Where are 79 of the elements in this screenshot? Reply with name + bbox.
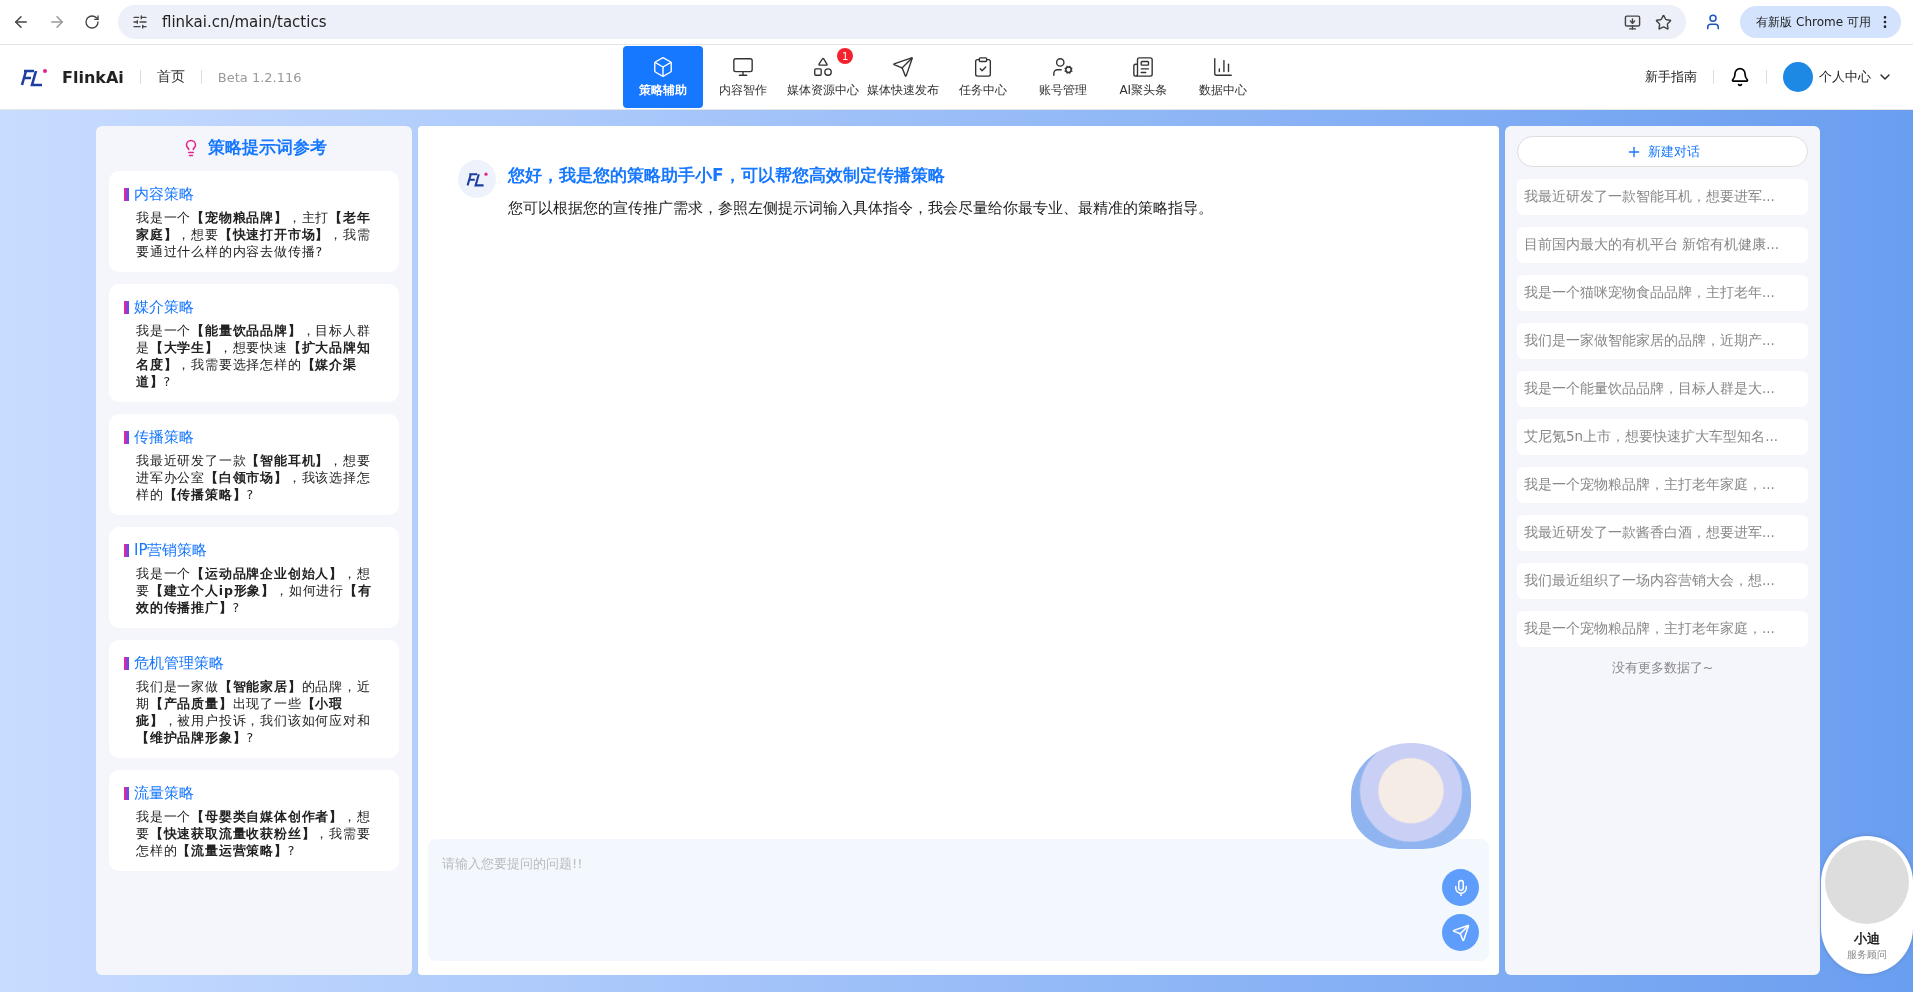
bell-icon[interactable] — [1730, 67, 1750, 87]
user-menu[interactable]: 个人中心 — [1783, 62, 1893, 92]
card-title: 内容策略 — [134, 185, 194, 204]
nav-tab[interactable]: 媒体快速发布 — [863, 46, 944, 108]
card-title: IP营销策略 — [134, 541, 208, 560]
guide-link[interactable]: 新手指南 — [1645, 68, 1697, 86]
news-icon — [1132, 55, 1155, 78]
history-item[interactable]: 艾尼氪5n上市，想要快速扩大车型知名... — [1517, 419, 1808, 455]
accent-bar — [124, 544, 129, 557]
prompt-card[interactable]: 内容策略 我是一个【宠物粮品牌】，主打【老年家庭】，想要【快速打开市场】，我需要通过什么样的内容去做传播? — [109, 171, 399, 272]
question-input[interactable]: 请输入您要提问的问题!! — [440, 853, 1442, 951]
accent-bar — [124, 188, 129, 201]
version-text: Beta 1.2.116 — [217, 69, 302, 85]
avatar-icon — [1783, 62, 1813, 92]
notification-badge: 1 — [837, 48, 854, 64]
history-item[interactable]: 我是一个宠物粮品牌，主打老年家庭，... — [1517, 467, 1808, 503]
send-button[interactable] — [1442, 914, 1479, 951]
prompt-card[interactable]: IP营销策略 我是一个【运动品牌企业创始人】，想要【建立个人ip形象】，如何进行【有效的传播推广】? — [109, 527, 399, 628]
forward-icon[interactable] — [48, 13, 66, 31]
prompt-text: 我是一个【运动品牌企业创始人】，想要【建立个人ip形象】，如何进行【有效的传播推广】? — [136, 565, 373, 616]
grid-icon — [812, 55, 835, 78]
prompt-text: 我是一个【母婴类自媒体创作者】，想要【快速获取流量收获粉丝】，我需要怎样的【流量运营策略】? — [136, 808, 372, 859]
bookmark-star-icon[interactable] — [1655, 13, 1673, 31]
url-text: flinkai.cn/main/tactics — [162, 13, 328, 31]
advisor-role: 服务顾问 — [1847, 948, 1887, 962]
send-icon — [1451, 923, 1470, 942]
history-item[interactable]: 我是一个能量饮品品牌，目标人群是大... — [1517, 371, 1808, 407]
card-title: 传播策略 — [134, 428, 194, 447]
prompt-text: 我们是一家做【智能家居】的品牌，近期【产品质量】出现了一些【小瑕疵】，被用户投诉，我们该如何应对和【维护品牌形象】? — [136, 678, 372, 746]
prompt-text: 我最近研发了一款【智能耳机】，想要进军办公室【白领市场】，我该选择怎样的【传播策略】? — [136, 452, 372, 503]
site-settings-icon[interactable] — [132, 14, 148, 30]
card-title: 流量策略 — [134, 784, 194, 803]
history-item[interactable]: 我们是一家做智能家居的品牌，近期产... — [1517, 323, 1808, 359]
accent-bar — [124, 431, 129, 444]
history-item[interactable]: 我是一个猫咪宠物食品品牌，主打老年... — [1517, 275, 1808, 311]
question-field[interactable]: 请输入您要提问的问题!! — [428, 839, 1489, 961]
prompt-text: 我是一个【宠物粮品牌】，主打【老年家庭】，想要【快速打开市场】，我需要通过什么样的内容去做传播? — [136, 209, 372, 260]
install-icon[interactable] — [1624, 13, 1642, 31]
history-item[interactable]: 我最近研发了一款酱香白酒，想要进军... — [1517, 515, 1808, 551]
card-title: 危机管理策略 — [134, 654, 224, 673]
history-item[interactable]: 我最近研发了一款智能耳机，想要进军... — [1517, 179, 1808, 215]
send-icon — [892, 55, 915, 78]
panel-title: 策略提示词参考 — [207, 136, 327, 159]
end-note: 没有更多数据了~ — [1610, 659, 1715, 677]
nav-tab[interactable]: 数据中心 — [1183, 46, 1264, 108]
monitor-icon — [732, 55, 755, 78]
nav-tab[interactable]: 媒体资源中心 1 — [783, 46, 864, 108]
nav-tab[interactable]: 账号管理 — [1023, 46, 1104, 108]
accent-bar — [124, 301, 129, 314]
address-bar[interactable]: flinkai.cn/main/tactics — [118, 5, 1687, 39]
accent-bar — [124, 657, 129, 670]
user-icon — [1052, 55, 1075, 78]
chart-icon — [1212, 55, 1235, 78]
prompt-text: 我是一个【能量饮品品牌】，目标人群是【大学生】，想要快速【扩大品牌知名度】，我需要选择怎样的【媒介渠道】? — [136, 322, 372, 390]
microphone-button[interactable] — [1442, 869, 1479, 906]
back-icon[interactable] — [12, 13, 30, 31]
reload-icon[interactable] — [84, 14, 100, 30]
prompt-card[interactable]: 流量策略 我是一个【母婴类自媒体创作者】，想要【快速获取流量收获粉丝】，我需要怎样的【流量运营策略】? — [109, 770, 399, 871]
history-item[interactable]: 我们最近组织了一场内容营销大会，想... — [1517, 563, 1808, 599]
logo-icon — [20, 67, 48, 87]
prompt-card[interactable]: 传播策略 我最近研发了一款【智能耳机】，想要进军办公室【白领市场】，我该选择怎样的【传播策略】? — [109, 414, 399, 515]
nav-tab[interactable]: 策略辅助 — [623, 46, 704, 108]
accent-bar — [124, 787, 129, 800]
greeting-text: 您可以根据您的宣传推广需求，参照左侧提示词输入具体指令，我会尽量给你最专业、最精准的策略指导。 — [508, 199, 1213, 218]
advisor-name: 小迪 — [1854, 930, 1880, 948]
prompt-card[interactable]: 媒介策略 我是一个【能量饮品品牌】，目标人群是【大学生】，想要快速【扩大品牌知名度】，我需要选择怎样的【媒介渠道】? — [109, 284, 399, 402]
card-title: 媒介策略 — [134, 298, 194, 317]
nav-tab[interactable]: 任务中心 — [943, 46, 1024, 108]
brand-name: FlinkAi — [62, 67, 124, 87]
history-item[interactable]: 我是一个宠物粮品牌，主打老年家庭，... — [1517, 611, 1808, 647]
home-link[interactable]: 首页 — [156, 68, 185, 86]
new-chat-button[interactable]: 新建对话 — [1517, 136, 1808, 167]
update-button[interactable]: 有新版 Chrome 可用 — [1740, 6, 1901, 38]
history-item[interactable]: 目前国内最大的有机平台 新馆有机健康... — [1517, 227, 1808, 263]
logo-icon — [465, 171, 489, 187]
greeting-title: 您好，我是您的策略助手小F，可以帮您高效制定传播策略 — [508, 164, 946, 187]
prompt-card[interactable]: 危机管理策略 我们是一家做【智能家居】的品牌，近期【产品质量】出现了一些【小瑕疵】，被用户投诉，我们该如何应对和【维护品牌形象】? — [109, 640, 399, 758]
nav-tab[interactable]: 内容智作 — [703, 46, 784, 108]
nav-tab[interactable]: AI聚头条 — [1103, 46, 1184, 108]
